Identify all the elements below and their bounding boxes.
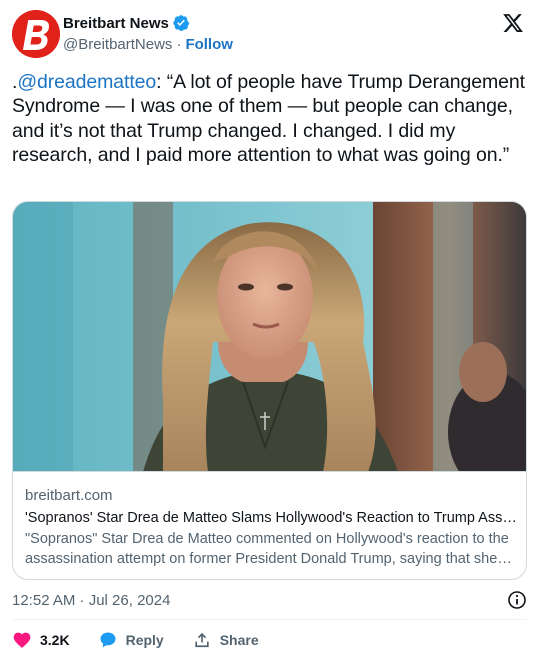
tweet-text: .@dreadematteo: “A lot of people have Tr… <box>12 70 527 168</box>
timestamp[interactable]: 12:52 AM · Jul 26, 2024 <box>12 592 170 609</box>
reply-label: Reply <box>125 632 164 648</box>
separator-dot: · <box>176 36 182 53</box>
heart-icon <box>13 632 31 648</box>
reply-button[interactable]: Reply <box>98 630 164 650</box>
card-description: "Sopranos" Star Drea de Matteo commented… <box>25 531 509 567</box>
card-domain: breitbart.com <box>25 487 113 504</box>
x-logo-icon[interactable] <box>502 12 524 34</box>
author-display-name[interactable]: Breitbart News <box>63 15 169 32</box>
info-icon[interactable] <box>507 590 527 610</box>
share-upload-icon <box>195 632 209 648</box>
divider <box>12 619 527 620</box>
author-handle[interactable]: @BreitbartNews <box>63 36 172 53</box>
author-info: Breitbart News @BreitbartNews · Follow <box>63 13 233 54</box>
action-bar: 3.2K Reply Share <box>12 629 287 651</box>
like-count: 3.2K <box>40 632 70 648</box>
card-image[interactable] <box>13 202 526 472</box>
breitbart-avatar[interactable] <box>12 10 60 58</box>
verified-badge-icon <box>172 14 190 32</box>
like-button[interactable]: 3.2K <box>12 630 70 650</box>
link-card[interactable]: breitbart.com 'Sopranos' Star Drea de Ma… <box>12 201 527 580</box>
follow-button[interactable]: Follow <box>185 36 233 53</box>
card-title: 'Sopranos' Star Drea de Matteo Slams Hol… <box>25 510 517 526</box>
tweet-header: Breitbart News @BreitbartNews · Follow <box>12 10 527 58</box>
share-button[interactable]: Share <box>192 630 259 650</box>
share-label: Share <box>219 632 259 648</box>
card-meta: breitbart.com 'Sopranos' Star Drea de Ma… <box>25 487 517 569</box>
mention-link[interactable]: @dreadematteo <box>17 71 156 93</box>
reply-bubble-icon <box>100 632 116 648</box>
timestamp-row: 12:52 AM · Jul 26, 2024 <box>12 590 527 610</box>
